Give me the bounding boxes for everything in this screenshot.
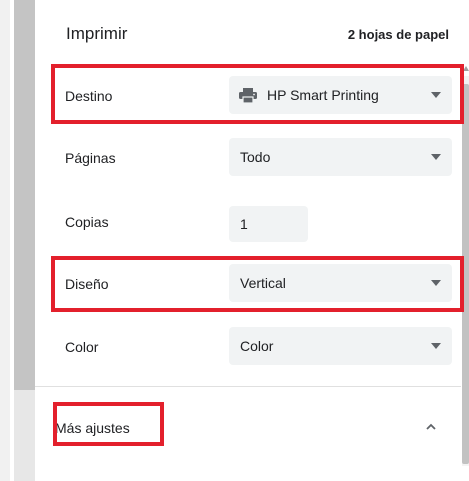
destination-row: Destino HP Smart Printing bbox=[35, 66, 461, 126]
color-label: Color bbox=[65, 339, 99, 355]
sheet-count: 2 hojas de papel bbox=[347, 27, 449, 42]
chevron-down-icon bbox=[431, 92, 441, 98]
more-settings-label: Más ajustes bbox=[55, 420, 130, 436]
layout-label: Diseño bbox=[65, 276, 109, 292]
chevron-down-icon bbox=[431, 343, 441, 349]
layout-row: Diseño Vertical bbox=[35, 254, 461, 314]
layout-select[interactable]: Vertical bbox=[229, 264, 452, 302]
page-title: Imprimir bbox=[66, 24, 128, 43]
destination-value: HP Smart Printing bbox=[267, 87, 379, 103]
print-header: Imprimir 2 hojas de papel bbox=[35, 0, 469, 66]
chevron-up-icon bbox=[426, 423, 436, 430]
layout-value: Vertical bbox=[240, 275, 286, 291]
chevron-down-icon bbox=[431, 154, 441, 160]
pages-value: Todo bbox=[240, 149, 271, 165]
color-row: Color Color bbox=[35, 317, 461, 377]
color-value: Color bbox=[240, 338, 274, 354]
left-gutter bbox=[0, 0, 10, 481]
copies-input[interactable] bbox=[229, 206, 308, 242]
scroll-up-arrow-icon[interactable] bbox=[463, 66, 469, 71]
print-preview-page: Imprimir 2 hojas de papel Destino HP Sma… bbox=[0, 0, 469, 481]
destination-select[interactable]: HP Smart Printing bbox=[229, 76, 452, 114]
copies-label: Copias bbox=[65, 214, 109, 230]
print-settings-panel: Imprimir 2 hojas de papel Destino HP Sma… bbox=[35, 0, 469, 481]
settings-scrollbar-thumb[interactable] bbox=[462, 84, 469, 464]
section-divider bbox=[35, 386, 461, 387]
more-settings-toggle[interactable]: Más ajustes bbox=[35, 398, 461, 458]
destination-label: Destino bbox=[65, 88, 113, 104]
copies-row: Copias bbox=[35, 192, 461, 252]
printer-icon bbox=[239, 88, 257, 103]
pages-select[interactable]: Todo bbox=[229, 138, 452, 176]
preview-scrollbar-track[interactable] bbox=[14, 390, 35, 481]
pages-label: Páginas bbox=[65, 150, 116, 166]
preview-scrollbar-thumb[interactable] bbox=[14, 0, 35, 390]
color-select[interactable]: Color bbox=[229, 327, 452, 365]
chevron-down-icon bbox=[431, 280, 441, 286]
pages-row: Páginas Todo bbox=[35, 128, 461, 188]
